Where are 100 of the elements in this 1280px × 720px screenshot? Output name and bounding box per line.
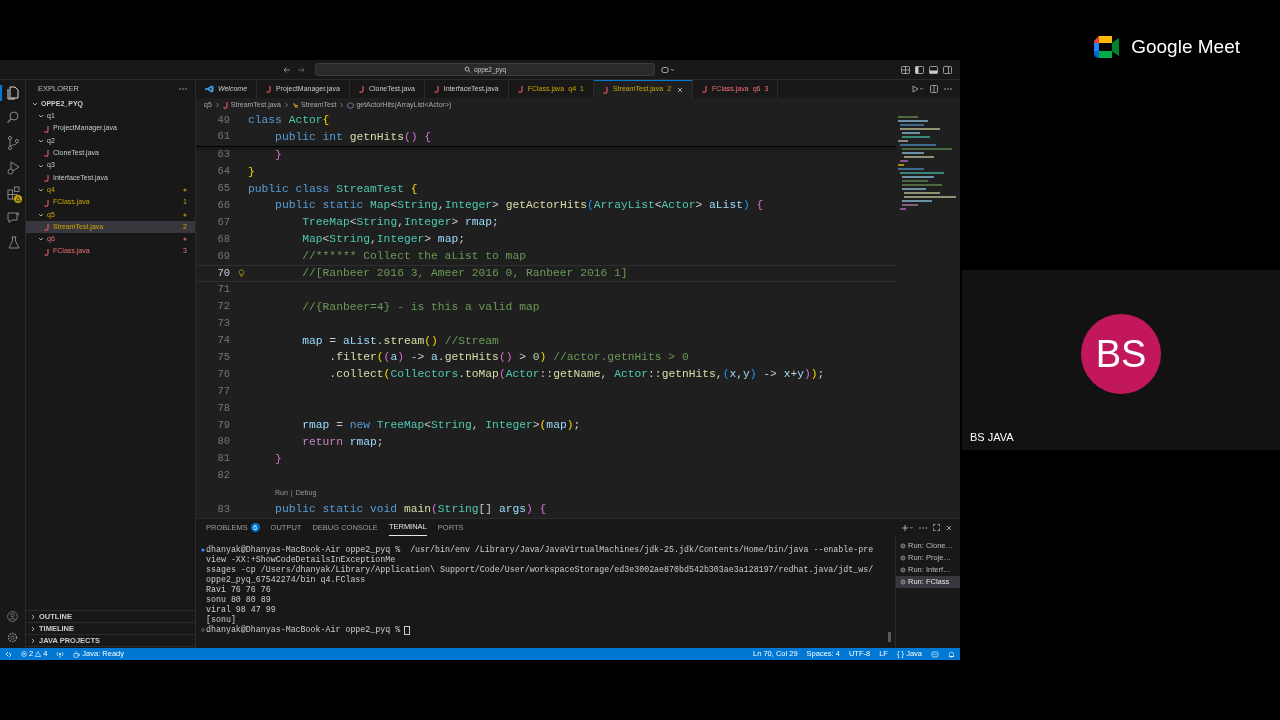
- status-dot-icon: [183, 237, 187, 242]
- line-number: 81: [216, 451, 231, 467]
- app-logo-text: Google Meet: [1131, 35, 1240, 59]
- code-line: public static Map<String,Integer> getActorHits(ArrayList<Actor> aList) {: [274, 198, 764, 214]
- code-line: }: [274, 147, 282, 163]
- java-file-icon: [517, 85, 524, 93]
- terminal-line: [sonu]: [206, 615, 236, 625]
- broadcast-icon[interactable]: [56, 650, 65, 658]
- chat-icon[interactable]: [5, 210, 22, 226]
- line-number: 79: [216, 417, 231, 433]
- line-number: 49: [216, 112, 231, 128]
- code-line: public class StreamTest {: [248, 181, 418, 197]
- class-icon: [292, 101, 299, 109]
- java-file-icon: [358, 85, 365, 93]
- forward-arrow-icon[interactable]: [297, 65, 305, 74]
- line-number: 63: [216, 147, 231, 163]
- code-line: rmap = new TreeMap<String, Integer>(map);: [301, 418, 581, 433]
- close-icon[interactable]: [946, 524, 952, 531]
- remote-icon[interactable]: [5, 650, 12, 658]
- toggle-secondary-sidebar-icon[interactable]: [943, 65, 952, 74]
- customize-layout-icon[interactable]: [901, 65, 910, 74]
- line-number: 75: [216, 350, 231, 366]
- code-line: //[Ranbeer 2016 3, Ameer 2016 0, Ranbeer 2016 1]: [301, 266, 628, 281]
- terminal-line: viral 98 47 99: [206, 605, 276, 615]
- code-line: //{Ranbeer=4} - is this a valid map: [301, 299, 540, 315]
- java-file-icon: [222, 101, 229, 109]
- terminal-line: ssages -cp /Users/dhanyak/Library/Application\ Support/Code/User/workspaceStorage/ed3e3002ae870bd542b303ae3a128197/redhat.java/jdt_ws/: [206, 565, 874, 575]
- chevron-down-icon: [38, 236, 44, 243]
- terminal-line: Ravi 76 76 76: [206, 585, 271, 595]
- java-file-icon: [44, 149, 50, 158]
- participant-name: BS JAVA: [969, 429, 1015, 445]
- code-line: map = aList.stream() //Stream: [301, 333, 499, 349]
- success-dot-icon: [201, 548, 205, 552]
- java-file-icon: [266, 85, 273, 93]
- flask-icon[interactable]: [5, 235, 22, 251]
- settings-icon[interactable]: [6, 631, 19, 644]
- line-number: 69: [216, 248, 231, 264]
- more-actions-icon[interactable]: [919, 525, 927, 530]
- split-editor-icon[interactable]: [930, 85, 938, 93]
- java-file-icon: [602, 85, 609, 94]
- line-number: 72: [216, 299, 231, 315]
- files-icon[interactable]: [5, 85, 22, 101]
- code-line: //****** Collect the aList to map: [301, 249, 526, 265]
- chevron-right-icon: [214, 102, 220, 108]
- run-icon[interactable]: [912, 85, 924, 93]
- line-number: 78: [216, 400, 231, 416]
- java-file-icon: [702, 85, 709, 93]
- line-number: 77: [216, 383, 231, 399]
- line-number: 82: [216, 468, 231, 484]
- source-control-icon[interactable]: [5, 135, 22, 151]
- back-arrow-icon[interactable]: [283, 65, 291, 74]
- maximize-icon[interactable]: [933, 524, 940, 531]
- toggle-panel-icon[interactable]: [929, 65, 938, 74]
- line-number: 71: [216, 282, 231, 298]
- terminal-line: oppe2_pyq_67542274/bin q4.FClass: [206, 575, 366, 585]
- toggle-sidebar-icon[interactable]: [915, 65, 924, 74]
- search-icon: [463, 66, 471, 73]
- terminal-line: sonu 80 80 89: [206, 595, 271, 605]
- method-icon: [347, 101, 355, 109]
- line-number: 68: [216, 231, 231, 247]
- chevron-down-icon: [38, 138, 44, 145]
- code-line: class Actor{: [248, 113, 330, 128]
- status-dot-icon: [183, 188, 187, 193]
- line-number: 64: [216, 164, 231, 180]
- lightbulb-icon[interactable]: [237, 269, 245, 278]
- java-file-icon: [44, 198, 50, 207]
- java-file-icon: [44, 247, 50, 256]
- java-file-icon: [44, 124, 50, 133]
- more-actions-icon[interactable]: [944, 87, 952, 91]
- line-number: 61: [216, 129, 231, 145]
- line-number: 66: [216, 198, 231, 213]
- coffee-cup-icon: [73, 650, 81, 658]
- account-icon[interactable]: [6, 610, 19, 623]
- chevron-down-icon: [38, 187, 44, 194]
- run-debug-icon[interactable]: [5, 160, 22, 176]
- scrollbar-thumb[interactable]: [888, 632, 891, 642]
- editor-logo-icon: [205, 85, 214, 93]
- code-line: public static void main(String[] args) {: [274, 502, 547, 518]
- line-number: 74: [216, 333, 231, 349]
- extensions-icon[interactable]: [5, 185, 22, 201]
- error-icon: [21, 651, 27, 657]
- line-number: 83: [216, 502, 231, 518]
- code-line: .collect(Collectors.toMap(Actor::getName, Actor::getnHits,(x,y) -> x+y));: [328, 367, 825, 383]
- chevron-down-icon: [38, 211, 44, 218]
- java-file-icon: [44, 173, 50, 182]
- line-number: 76: [216, 366, 231, 382]
- code-line: TreeMap<String,Integer> rmap;: [301, 215, 499, 231]
- add-icon[interactable]: [901, 523, 913, 532]
- bell-icon[interactable]: [948, 650, 955, 658]
- line-number: 73: [216, 316, 231, 332]
- line-number: 65: [216, 181, 231, 197]
- java-file-icon: [44, 223, 50, 232]
- code-line: .filter((a) -> a.getnHits() > 0) //actor.getnHits > 0: [328, 350, 689, 366]
- idle-dot-icon: [201, 628, 205, 632]
- code-line: return rmap;: [301, 434, 384, 450]
- terminal-line: dhanyak@Dhanyas-MacBook-Air oppe2_pyq % /usr/bin/env /Library/Java/JavaVirtualMachines/jdk-25.jdk/Contents/Home/bin/java --enable-pre: [206, 545, 874, 555]
- chevron-right-icon: [284, 102, 289, 108]
- status-dot-icon: [183, 212, 187, 217]
- terminal-line: dhanyak@Dhanyas-MacBook-Air oppe2_pyq %: [206, 625, 401, 635]
- close-icon[interactable]: [677, 86, 684, 93]
